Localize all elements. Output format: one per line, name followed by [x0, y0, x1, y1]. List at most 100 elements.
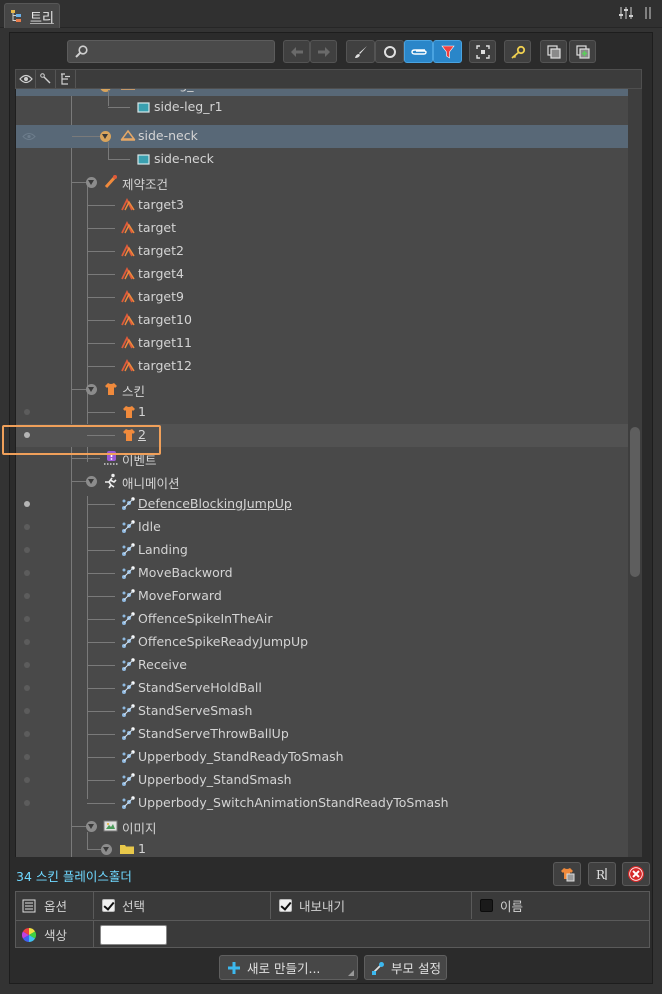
focus-button[interactable] [469, 40, 496, 63]
tree-row-constraint[interactable]: target9 [16, 286, 642, 309]
name-checkbox[interactable] [480, 899, 493, 912]
visibility-column[interactable] [16, 70, 36, 88]
tree-row-constraint[interactable]: target12 [16, 355, 642, 378]
tree-row-image-folder[interactable]: 1 [16, 832, 642, 857]
name-option[interactable]: 이름 [472, 892, 649, 919]
select-checkbox[interactable] [102, 899, 115, 912]
tree-row-animation[interactable]: Landing [16, 539, 642, 562]
tree-row-events[interactable]: 이벤트 [16, 447, 642, 470]
expand-toggle[interactable] [100, 131, 111, 142]
visibility-dot[interactable] [24, 800, 30, 806]
tree-row-skin-selected[interactable]: 2 [16, 424, 642, 447]
visibility-dot[interactable] [24, 547, 30, 553]
tree-row-animations[interactable]: 애니메이션 [16, 470, 642, 493]
bones-column[interactable] [36, 70, 56, 88]
expand-toggle[interactable] [86, 384, 97, 395]
visibility-dot[interactable] [24, 501, 30, 507]
visibility-dot[interactable] [24, 754, 30, 760]
tree-view[interactable]: side-leg_r1 side-leg_r1 side-neck side-n… [15, 89, 642, 857]
visibility-dot[interactable] [24, 662, 30, 668]
rename-button[interactable]: R [588, 862, 616, 886]
visibility-dot[interactable] [24, 731, 30, 737]
tree-row-slot[interactable]: side-neck [16, 125, 642, 148]
tree-row-animation[interactable]: Upperbody_StandReadyToSmash [16, 746, 642, 769]
tree-row-animation[interactable]: StandServeSmash [16, 700, 642, 723]
tree-row-animation[interactable]: StandServeThrowBallUp [16, 723, 642, 746]
eye-icon [18, 74, 33, 84]
scrollbar-thumb[interactable] [630, 427, 640, 577]
ik-icon [121, 243, 135, 257]
visibility-dot[interactable] [24, 685, 30, 691]
tree-row-constraint[interactable]: target2 [16, 240, 642, 263]
tree-row-constraint[interactable]: target3 [16, 194, 642, 217]
visibility-dot[interactable] [24, 616, 30, 622]
tree-row-label: target4 [138, 266, 184, 281]
new-button[interactable]: 새로 만들기... [219, 955, 358, 980]
tree-row-animation[interactable]: Idle [16, 516, 642, 539]
expand-toggle[interactable] [86, 177, 97, 188]
anim-clip-icon [122, 796, 135, 809]
search-box[interactable] [67, 40, 275, 63]
tab-tree[interactable]: 트리 [4, 3, 60, 28]
visibility-dot[interactable] [24, 524, 30, 530]
tree-row-skin[interactable]: 1 [16, 401, 642, 424]
key-settings-button[interactable] [504, 40, 531, 63]
sliders-icon[interactable] [618, 6, 634, 20]
tree-row-images[interactable]: 이미지 [16, 815, 642, 838]
anim-clip-icon [122, 497, 135, 510]
tree-row-animation[interactable]: Upperbody_SwitchAnimationStandReadyToSma… [16, 792, 642, 815]
expand-toggle[interactable] [86, 821, 97, 832]
delete-button[interactable] [622, 862, 650, 886]
tree-row-attachment[interactable]: side-neck [16, 142, 642, 171]
back-button[interactable] [283, 40, 310, 63]
eye-icon[interactable] [22, 132, 36, 141]
visibility-dot[interactable] [24, 570, 30, 576]
tree-row-animation[interactable]: Receive [16, 654, 642, 677]
hierarchy-column[interactable] [56, 70, 76, 88]
tree-row-animation[interactable]: OffenceSpikeReadyJumpUp [16, 631, 642, 654]
paint-filter-button[interactable] [346, 40, 375, 63]
tree-row-constraint[interactable]: target11 [16, 332, 642, 355]
tree-row-label: 애니메이션 [122, 476, 180, 491]
tree-row-animation[interactable]: DefenceBlockingJumpUp [16, 493, 642, 516]
set-parent-button[interactable]: 부모 설정 [364, 955, 447, 980]
window-button[interactable] [540, 40, 567, 63]
search-input[interactable] [92, 43, 270, 60]
color-swatch[interactable] [100, 924, 167, 945]
tree-row-animation[interactable]: MoveForward [16, 585, 642, 608]
filter-button[interactable] [433, 40, 462, 63]
forward-button[interactable] [310, 40, 337, 63]
scrollbar[interactable] [628, 89, 642, 857]
visibility-dot[interactable] [24, 777, 30, 783]
expand-toggle[interactable] [86, 476, 97, 487]
tree-row-animation[interactable]: StandServeHoldBall [16, 677, 642, 700]
shape-filter-button[interactable] [375, 40, 404, 63]
more-icon[interactable] [644, 6, 654, 20]
tree-row-constraint[interactable]: target4 [16, 263, 642, 286]
attachment-filter-button[interactable] [404, 40, 433, 63]
tree-row-animation[interactable]: Upperbody_StandSmash [16, 769, 642, 792]
tree-row-slot[interactable]: side-leg_r1 [16, 89, 642, 96]
ik-icon [121, 220, 135, 234]
expand-toggle[interactable] [100, 89, 111, 92]
tree-row-animation[interactable]: OffenceSpikeInTheAir [16, 608, 642, 631]
export-option[interactable]: 내보내기 [271, 892, 472, 919]
tree-row-label: side-leg_r1 [154, 99, 223, 114]
expand-toggle[interactable] [101, 844, 112, 855]
tree-row-skins[interactable]: 스킨 [16, 378, 642, 401]
tree-row-label: side-neck [154, 151, 214, 166]
select-option[interactable]: 선택 [94, 892, 271, 919]
visibility-dot[interactable] [24, 593, 30, 599]
tree-row-constraints[interactable]: 제약조건 [16, 171, 642, 194]
visibility-dot[interactable] [24, 639, 30, 645]
tree-row-constraint[interactable]: target10 [16, 309, 642, 332]
visibility-dot[interactable] [24, 708, 30, 714]
export-checkbox[interactable] [279, 899, 292, 912]
window-add-button[interactable] [569, 40, 596, 63]
tree-row-constraint[interactable]: target [16, 217, 642, 240]
duplicate-button[interactable] [553, 862, 581, 886]
tree-row-attachment[interactable]: side-leg_r1 [16, 90, 642, 119]
tree-row-animation[interactable]: MoveBackword [16, 562, 642, 585]
visibility-dot[interactable] [24, 409, 30, 415]
visibility-dot[interactable] [24, 432, 30, 438]
